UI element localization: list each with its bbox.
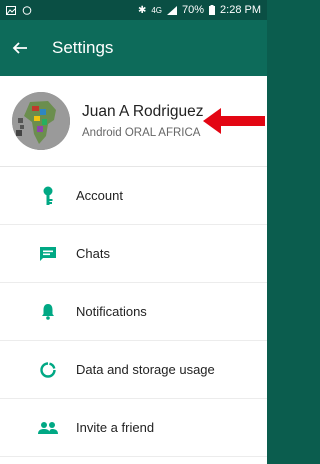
menu-item-label: Invite a friend	[76, 420, 155, 435]
red-annotation-arrow-icon	[203, 108, 265, 134]
settings-menu: Account Chats Notifications Data and sto…	[0, 167, 267, 457]
profile-name: Juan A Rodriguez	[82, 103, 204, 120]
menu-item-label: Data and storage usage	[76, 362, 215, 377]
menu-item-data-storage[interactable]: Data and storage usage	[0, 341, 267, 399]
back-arrow-icon[interactable]	[0, 20, 40, 76]
avatar[interactable]	[12, 92, 70, 150]
profile-row[interactable]: Juan A Rodriguez Android ORAL AFRICA	[0, 76, 267, 167]
menu-item-account[interactable]: Account	[0, 167, 267, 225]
key-icon	[34, 186, 62, 206]
bell-icon	[34, 302, 62, 322]
profile-info: Juan A Rodriguez Android ORAL AFRICA	[82, 103, 204, 139]
chat-icon	[34, 244, 62, 264]
clock-time: 2:28 PM	[220, 4, 261, 16]
app-frame: ✱ 4G 70% 2:28 PM Settings Juan A Rodrigu…	[0, 0, 275, 464]
bluetooth-icon: ✱	[137, 4, 147, 16]
page-title: Settings	[52, 38, 114, 57]
network-type: 4G	[151, 5, 162, 15]
menu-item-invite[interactable]: Invite a friend	[0, 399, 267, 457]
people-icon	[34, 418, 62, 438]
signal-icon	[167, 5, 177, 15]
battery-icon	[209, 5, 216, 15]
image-notification-icon	[6, 5, 16, 15]
menu-item-label: Notifications	[76, 304, 147, 319]
africa-map-avatar-icon	[12, 92, 70, 150]
data-usage-icon	[34, 360, 62, 380]
status-bar: ✱ 4G 70% 2:28 PM	[0, 0, 267, 20]
profile-status: Android ORAL AFRICA	[82, 127, 201, 139]
app-bar: Settings	[0, 20, 267, 76]
menu-item-chats[interactable]: Chats	[0, 225, 267, 283]
phone-screen: ✱ 4G 70% 2:28 PM Settings Juan A Rodrigu…	[0, 0, 267, 464]
whatsapp-notification-icon	[22, 5, 32, 15]
menu-item-notifications[interactable]: Notifications	[0, 283, 267, 341]
battery-percent: 70%	[182, 4, 205, 16]
menu-item-label: Account	[76, 188, 123, 203]
menu-item-label: Chats	[76, 246, 110, 261]
